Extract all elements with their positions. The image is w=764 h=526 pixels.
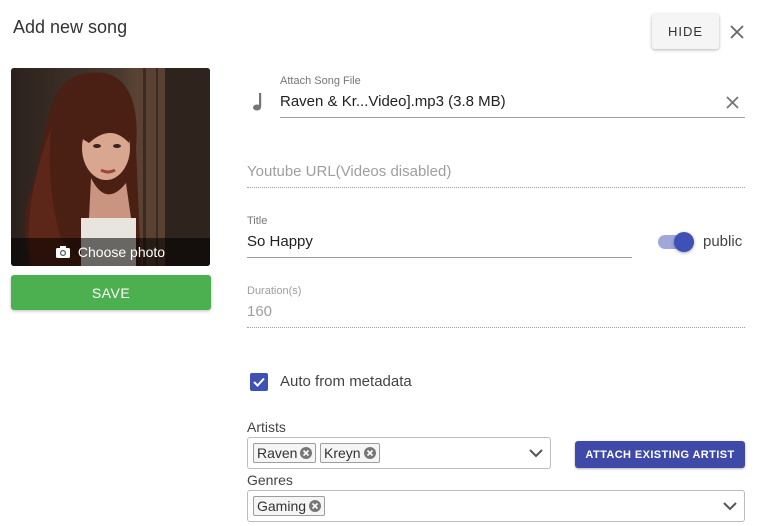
duration-label: Duration(s) <box>247 285 302 297</box>
genres-select[interactable]: Gaming <box>247 490 745 522</box>
choose-photo-label: Choose photo <box>77 244 166 260</box>
attach-file-label: Attach Song File <box>280 75 361 87</box>
auto-metadata-label: Auto from metadata <box>280 373 412 390</box>
remove-chip-icon[interactable] <box>363 447 376 459</box>
choose-photo-button[interactable]: Choose photo <box>11 238 210 266</box>
duration-underline <box>247 327 745 328</box>
title-label: Title <box>247 215 268 227</box>
camera-icon <box>55 246 70 258</box>
artists-select[interactable]: Raven Kreyn <box>247 437 551 469</box>
close-icon[interactable] <box>727 22 747 42</box>
artists-label: Artists <box>247 419 286 435</box>
public-toggle-knob[interactable] <box>674 232 694 252</box>
attach-file-value[interactable]: Raven & Kr...Video].mp3 (3.8 MB) <box>280 93 506 110</box>
hide-button[interactable]: HIDE <box>652 14 719 49</box>
artist-chip: Raven <box>253 443 317 463</box>
music-note-icon <box>253 93 262 111</box>
duration-field: 160 <box>247 303 273 320</box>
artist-chip: Kreyn <box>320 443 380 463</box>
song-cover-photo[interactable]: Choose photo <box>11 68 210 266</box>
public-toggle-label: public <box>703 233 743 250</box>
attach-existing-artist-button[interactable]: ATTACH EXISTING ARTIST <box>575 441 745 468</box>
remove-chip-icon[interactable] <box>309 500 322 512</box>
check-icon <box>253 377 265 387</box>
youtube-url-underline <box>247 187 745 188</box>
auto-metadata-checkbox[interactable] <box>250 373 268 391</box>
cover-image <box>11 68 210 266</box>
artist-chip-label: Kreyn <box>324 445 361 461</box>
attach-file-underline <box>280 117 745 118</box>
title-underline <box>247 257 632 258</box>
save-button[interactable]: SAVE <box>11 275 211 310</box>
dialog-title: Add new song <box>13 17 128 37</box>
title-input[interactable]: So Happy <box>247 233 313 250</box>
artist-chip-label: Raven <box>257 445 298 461</box>
chevron-down-icon[interactable] <box>722 499 738 513</box>
youtube-url-field: Youtube URL(Videos disabled) <box>247 163 452 180</box>
genre-chip: Gaming <box>253 496 326 516</box>
remove-chip-icon[interactable] <box>300 447 313 459</box>
clear-file-icon[interactable] <box>725 95 740 110</box>
genres-label: Genres <box>247 472 293 488</box>
chevron-down-icon[interactable] <box>528 446 544 460</box>
genre-chip-label: Gaming <box>257 498 307 514</box>
